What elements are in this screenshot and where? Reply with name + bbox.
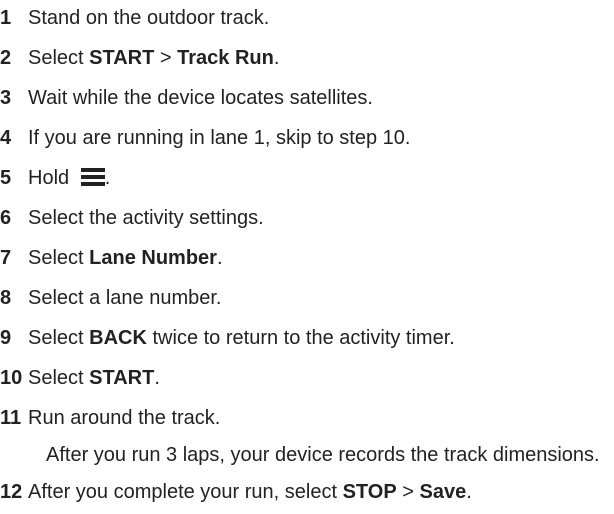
step-8: 8 Select a lane number. [0,283,221,313]
step-number: 9 [0,327,12,349]
start-button-ref: START [89,47,155,69]
step-4: 4 If you are running in lane 1, skip to s… [0,123,410,153]
step-text: Hold . [28,167,111,189]
step-2: 2 Select START > Track Run. [0,43,279,73]
step-number: 5 [0,167,12,189]
step-number: 6 [0,207,12,229]
step-number: 7 [0,247,12,269]
step-number: 4 [0,127,12,149]
step-text: Select BACK twice to return to the activ… [28,327,455,349]
step-text: If you are running in lane 1, skip to st… [28,127,411,149]
step-text: Select START. [28,367,160,389]
step-number: 8 [0,287,12,309]
save-ref: Save [419,481,467,503]
step-10: 10 Select START. [0,363,160,393]
step-number: 11 [0,407,22,429]
step-11-note: After you run 3 laps, your device record… [46,444,600,466]
step-3: 3 Wait while the device locates satellite… [0,83,373,113]
step-5: 5 Hold . [0,163,110,193]
stop-button-ref: STOP [342,481,397,503]
step-number: 10 [0,367,23,389]
step-11: 11 Run around the track. [0,403,220,433]
step-text: Select a lane number. [28,287,222,309]
step-text: Select START > Track Run. [28,47,280,69]
step-text: Select the activity settings. [28,207,264,229]
step-1: 1 Stand on the outdoor track. [0,3,269,33]
step-text: After you complete your run, select STOP… [28,481,472,503]
step-12: 12 After you complete your run, select ST… [0,477,472,507]
step-number: 2 [0,47,12,69]
start-button-ref: START [89,367,155,389]
step-text: Stand on the outdoor track. [28,7,270,29]
step-text: Select Lane Number. [28,247,223,269]
step-text: Run around the track. [28,407,221,429]
lane-number-ref: Lane Number [89,247,217,269]
step-number: 12 [0,481,23,503]
step-9: 9 Select BACK twice to return to the acti… [0,323,455,353]
step-7: 7 Select Lane Number. [0,243,223,273]
track-run-ref: Track Run [177,47,274,69]
step-text: Wait while the device locates satellites… [28,87,373,109]
menu-icon [80,167,105,186]
step-6: 6 Select the activity settings. [0,203,264,233]
back-button-ref: BACK [89,327,147,349]
step-number: 3 [0,87,12,109]
step-number: 1 [0,7,12,29]
